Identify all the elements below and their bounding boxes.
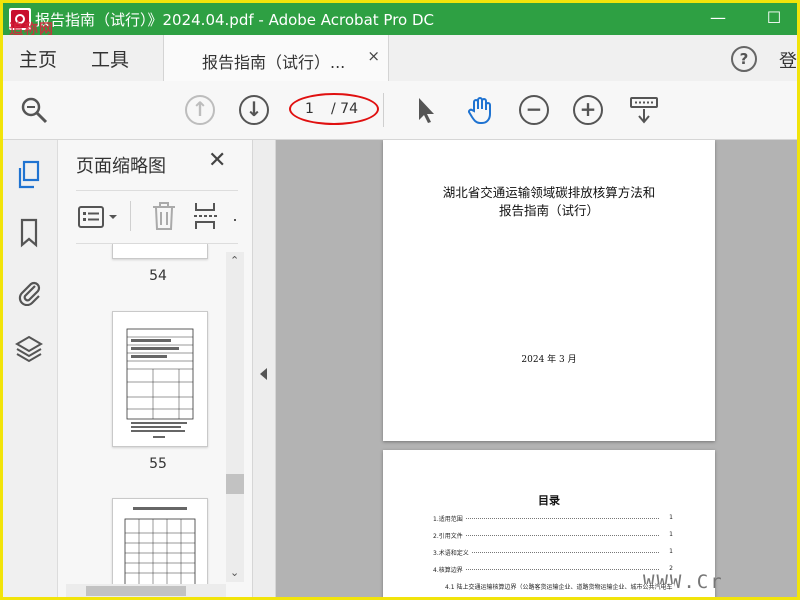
toc-entry[interactable]: 2.引用文件 1 [433,531,673,540]
tab-document[interactable]: 报告指南（试行）... × [163,35,389,81]
thumbnail-tools [76,190,238,244]
toc-title: 目录 [538,494,560,507]
close-tab-icon[interactable]: × [367,47,380,65]
previous-page-icon[interactable]: ↑ [185,95,215,125]
left-navigation-rail [3,140,58,597]
panel-title: 页面缩略图 [76,156,166,177]
document-date: 2024 年 3 月 [521,355,577,365]
delete-page-icon[interactable] [150,201,178,231]
page-thumbnail-54[interactable] [112,244,208,259]
horizontal-scroll-thumb[interactable] [86,586,186,596]
thumbnail-horizontal-scrollbar[interactable] [66,584,226,597]
thumbnail-options-icon[interactable] [78,205,122,229]
document-view[interactable]: 湖北省交通运输领域碳排放核算方法和 报告指南（试行） 2024 年 3 月 目录… [276,140,797,597]
layers-icon[interactable] [15,334,43,364]
document-title-line1: 湖北省交通运输领域碳排放核算方法和 [442,185,656,200]
window-title: 报告指南（试行）》2024.04.pdf - Adobe Acrobat Pro… [35,11,434,29]
pdf-page-1: 湖北省交通运输领域碳排放核算方法和 报告指南（试行） 2024 年 3 月 [383,140,715,441]
title-bar: 报告指南（试行）》2024.04.pdf - Adobe Acrobat Pro… [3,3,797,38]
toc-entry[interactable]: 4.核算边界 2 [433,565,673,574]
scroll-down-icon[interactable]: ⌄ [230,566,239,579]
toolbar-divider [383,93,384,127]
thumbnail-vertical-scrollbar[interactable]: ⌃ ⌄ [226,252,244,582]
bookmarks-icon[interactable] [15,218,43,248]
tab-home[interactable]: 主页 [19,45,57,72]
zoom-in-icon[interactable]: + [573,95,603,125]
scroll-up-icon[interactable]: ⌃ [230,254,239,267]
tab-bar: 主页 工具 报告指南（试行）... × ? 登 [3,35,797,82]
sign-in-button[interactable]: 登 [779,47,797,73]
thumbnail-number: 55 [149,456,167,472]
panel-close-icon[interactable]: ✕ [208,148,226,173]
help-icon[interactable]: ? [731,46,757,72]
vertical-scroll-thumb[interactable] [226,474,244,494]
page-thumbnail-55[interactable] [112,311,208,447]
select-cursor-icon[interactable] [413,95,443,125]
total-pages: / 74 [331,101,358,117]
collapse-arrow-icon[interactable] [260,368,268,380]
minimize-button[interactable]: — [707,7,729,29]
toc-entry[interactable]: 1.适用范围 1 [433,514,673,523]
document-tab-label: 报告指南（试行）... [202,53,346,72]
next-page-icon[interactable]: ↓ [239,95,269,125]
page-thumbnails-panel: 页面缩略图 ✕ 54 55 ⌃ ⌄ [58,140,253,597]
document-title-line2: 报告指南（试行） [498,203,599,218]
page-number-field[interactable]: 1 / 74 [289,93,379,127]
maximize-button[interactable]: ☐ [763,7,785,29]
tab-tools[interactable]: 工具 [91,45,129,72]
acrobat-window: 报告指南（试行）》2024.04.pdf - Adobe Acrobat Pro… [0,0,800,600]
current-page-input[interactable]: 1 [305,101,314,117]
thumbnail-number: 54 [149,268,167,284]
page-thumbnails-icon[interactable] [15,160,43,190]
hand-tool-icon[interactable] [465,95,495,125]
attachments-icon[interactable] [15,276,43,307]
search-icon[interactable] [19,95,49,125]
keyboard-scroll-icon[interactable] [629,95,659,125]
panel-collapse-strip[interactable] [253,140,276,597]
zoom-out-icon[interactable]: − [519,95,549,125]
page-thumbnail-56[interactable] [112,498,208,589]
main-toolbar: ↑ ↓ 1 / 74 − + [3,81,797,140]
extract-page-icon[interactable] [192,201,220,231]
toc-entry[interactable]: 4.1 陆上交通运输核算边界（公路客货运输企业、道路货物运输企业、城市公共汽电车 [445,582,677,591]
toc-entry[interactable]: 3.术语和定义 1 [433,548,673,557]
